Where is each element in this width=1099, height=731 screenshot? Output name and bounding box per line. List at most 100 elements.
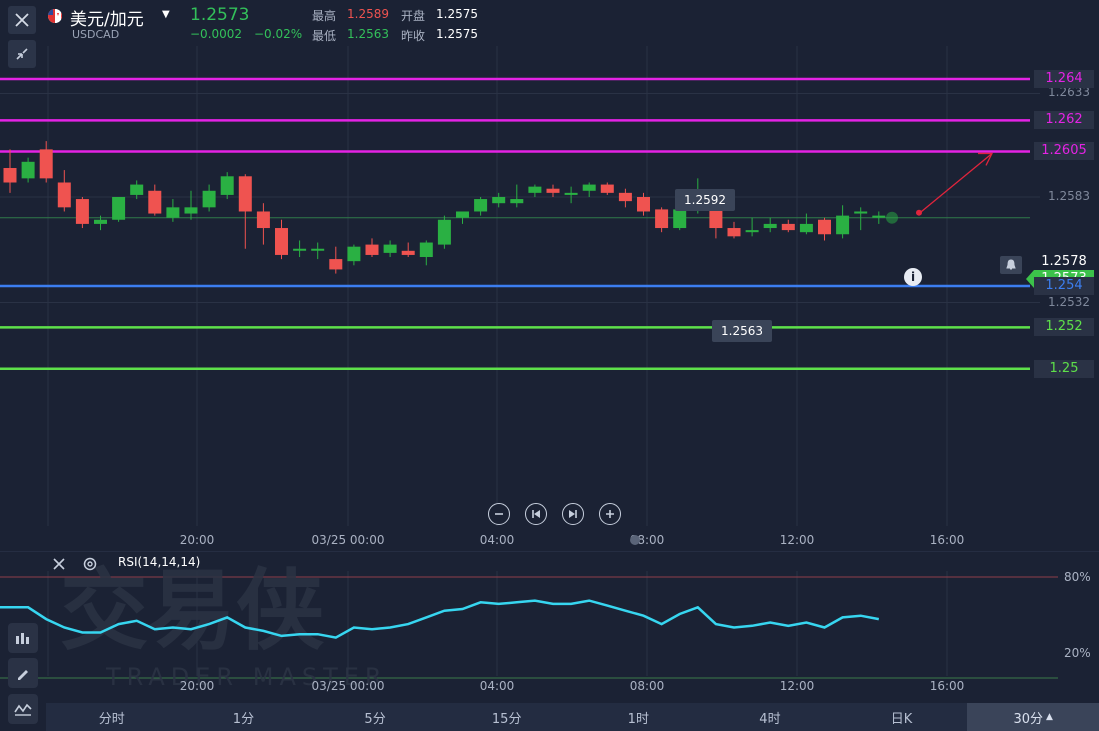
symbol-dropdown-icon[interactable]: ▼ bbox=[162, 9, 170, 20]
candle-body bbox=[763, 223, 777, 229]
prev-close-label: 昨收 bbox=[401, 29, 426, 43]
period-toolbar: 分时 1分 5分 15分 1时 4时 日K 30分 ▲ bbox=[46, 703, 1099, 731]
plus-icon bbox=[606, 510, 614, 518]
candle-body bbox=[637, 196, 650, 212]
bell-icon bbox=[1006, 259, 1016, 270]
flag-icon bbox=[45, 8, 65, 23]
candle-body bbox=[854, 211, 868, 214]
line-chart-icon bbox=[14, 703, 32, 716]
zoom-out-button[interactable] bbox=[488, 503, 510, 525]
rsi-settings-button[interactable] bbox=[82, 556, 98, 572]
candle-body bbox=[437, 219, 451, 245]
candle-body bbox=[528, 186, 542, 193]
candle-body bbox=[184, 207, 198, 214]
candle-body bbox=[57, 182, 71, 208]
rsi-time-label: 20:00 bbox=[179, 679, 215, 693]
level-tag: 1.25 bbox=[1034, 359, 1094, 378]
candle-body bbox=[3, 168, 17, 183]
period-tab-timeshare[interactable]: 分时 bbox=[46, 703, 178, 731]
candlestick-chart[interactable] bbox=[0, 46, 1099, 551]
level-tag: 1.2605 bbox=[1034, 142, 1094, 161]
period-tab-day[interactable]: 日K bbox=[836, 703, 968, 731]
candle-body bbox=[799, 223, 813, 233]
candle-body bbox=[510, 199, 524, 204]
minus-icon bbox=[495, 513, 503, 515]
symbol-name[interactable]: 美元/加元 bbox=[70, 5, 144, 30]
candle-body bbox=[564, 192, 578, 195]
candle-body bbox=[39, 149, 53, 179]
period-tab-1min[interactable]: 1分 bbox=[178, 703, 310, 731]
level-tag: 1.262 bbox=[1034, 111, 1094, 130]
open-value: 1.2575 bbox=[436, 7, 478, 21]
period-tab-4h[interactable]: 4时 bbox=[704, 703, 836, 731]
close-icon bbox=[53, 558, 65, 570]
zoom-in-button[interactable] bbox=[599, 503, 621, 525]
scroll-end-button[interactable] bbox=[562, 503, 584, 525]
symbol-code: USDCAD bbox=[72, 28, 120, 41]
candle-body bbox=[419, 242, 433, 258]
period-30min-label: 30分 bbox=[1013, 711, 1043, 727]
time-label: 20:00 bbox=[179, 533, 215, 547]
period-tab-15min[interactable]: 15分 bbox=[441, 703, 573, 731]
info-icon[interactable]: i bbox=[904, 268, 922, 286]
candle-body bbox=[456, 211, 469, 218]
price-alert-button[interactable] bbox=[1000, 256, 1022, 274]
candle-body bbox=[673, 209, 687, 229]
period-tab-30min[interactable]: 30分 ▲ bbox=[967, 703, 1099, 731]
time-cursor-dot bbox=[630, 535, 640, 545]
watermark: 交易侠 TRADER MASTER bbox=[60, 559, 382, 691]
candle-body bbox=[745, 230, 759, 233]
candle-body bbox=[220, 176, 234, 195]
high-callout: 1.2592 bbox=[675, 189, 735, 211]
candles bbox=[3, 141, 886, 274]
candle-body bbox=[166, 207, 180, 218]
rsi-time-label: 04:00 bbox=[479, 679, 515, 693]
high-value: 1.2589 bbox=[347, 7, 389, 21]
pencil-icon bbox=[18, 670, 28, 680]
candle-body bbox=[781, 223, 795, 231]
rsi-close-button[interactable] bbox=[52, 556, 68, 570]
chart-overlays bbox=[886, 152, 994, 224]
price-pointer bbox=[1026, 270, 1034, 288]
candle-body bbox=[618, 192, 632, 202]
candle-body bbox=[347, 246, 361, 262]
level-tag: 1.264 bbox=[1034, 70, 1094, 88]
level-tag: 1.252 bbox=[1034, 318, 1094, 337]
candle-body bbox=[311, 248, 325, 251]
indicator-button[interactable] bbox=[8, 623, 38, 653]
candle-body bbox=[329, 259, 343, 270]
candle-body bbox=[818, 219, 831, 235]
time-label: 16:00 bbox=[929, 533, 965, 547]
indicator-icon bbox=[16, 633, 29, 644]
time-label: 04:00 bbox=[479, 533, 515, 547]
period-tab-1h[interactable]: 1时 bbox=[573, 703, 705, 731]
draw-tool-button[interactable] bbox=[8, 658, 38, 688]
close-button[interactable] bbox=[8, 6, 36, 34]
skip-forward-icon bbox=[569, 510, 577, 518]
candle-body bbox=[383, 244, 397, 253]
trend-arrow bbox=[919, 152, 993, 214]
candle-body bbox=[293, 248, 307, 251]
low-callout: 1.2563 bbox=[712, 320, 772, 342]
support-resistance-lines[interactable] bbox=[0, 77, 1030, 371]
candle-body bbox=[112, 196, 126, 220]
low-label: 最低 bbox=[312, 29, 337, 43]
candle-body bbox=[94, 219, 107, 224]
candle-body bbox=[727, 228, 741, 237]
candle-body bbox=[275, 228, 288, 255]
scroll-start-button[interactable] bbox=[525, 503, 547, 525]
candle-body bbox=[365, 244, 379, 255]
time-label: 12:00 bbox=[779, 533, 815, 547]
candle-body bbox=[202, 190, 216, 208]
candle-body bbox=[148, 190, 162, 214]
candle-body bbox=[401, 250, 415, 255]
period-tab-5min[interactable]: 5分 bbox=[309, 703, 441, 731]
zoom-controls bbox=[488, 503, 621, 525]
live-dot bbox=[886, 211, 898, 224]
open-label: 开盘 bbox=[401, 9, 426, 23]
candle-body bbox=[836, 215, 850, 235]
watermark-cn: 交易侠 bbox=[60, 559, 325, 662]
level-tag: 1.254 bbox=[1034, 277, 1094, 295]
chart-type-button[interactable] bbox=[8, 694, 38, 724]
rsi-title: RSI(14,14,14) bbox=[118, 555, 201, 569]
